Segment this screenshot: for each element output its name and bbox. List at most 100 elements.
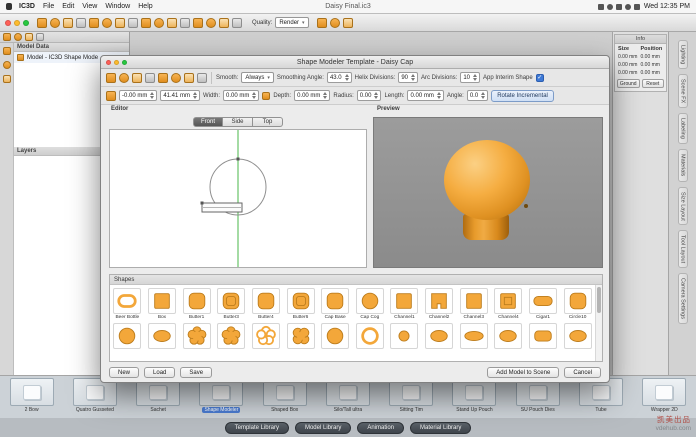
template-item-sachet[interactable]: Sachet [128,378,188,413]
profile-editor-canvas[interactable] [109,129,367,268]
shape-thumbnail[interactable] [390,323,418,349]
size-value[interactable]: 0.00 mm [618,62,641,68]
tool-icon[interactable] [206,18,216,28]
side-tab-camera-settings[interactable]: Camera Settings [678,273,688,324]
dialog-zoom-icon[interactable] [122,60,127,65]
shape-item[interactable] [526,320,561,349]
shape-item[interactable] [110,320,145,349]
shape-thumbnail[interactable] [217,323,245,349]
size-value[interactable]: 0.00 mm [618,70,641,76]
save-button[interactable]: Save [180,367,212,378]
template-item-silo-tall-ultra[interactable]: Silo/Tall ultra [318,378,378,413]
position-value[interactable]: 0.00 mm [641,62,664,68]
shape-thumbnail[interactable] [425,288,453,314]
shape-item-cigar1[interactable]: Cigar1 [526,285,561,320]
side-tab-lighting[interactable]: Lighting [678,40,688,69]
scrollbar-thumb[interactable] [597,287,601,313]
shape-item[interactable] [145,320,180,349]
shape-thumbnail[interactable] [148,323,176,349]
shape-item-butter4[interactable]: Butter4 [249,285,284,320]
shape-thumbnail[interactable] [252,323,280,349]
shape-thumbnail[interactable] [252,288,280,314]
template-thumbnail[interactable] [642,378,686,406]
template-item-shape-modeler[interactable]: Shape Modeler [191,378,251,413]
tool-icon[interactable] [330,18,340,28]
view-tab-side[interactable]: Side [223,117,253,127]
shape-item-butter3[interactable]: Butter3 [214,285,249,320]
shape-thumbnail[interactable] [321,288,349,314]
stepper-icon[interactable] [323,92,327,99]
length-field[interactable]: 0.00 mm [407,90,443,101]
tool-icon[interactable] [89,18,99,28]
view-tab-top[interactable]: Top [253,117,283,127]
shape-item-channel2[interactable]: Channel2 [422,285,457,320]
tool-icon[interactable] [3,75,11,83]
tool-icon[interactable] [145,73,155,83]
tool-icon[interactable] [63,18,73,28]
stepper-icon[interactable] [411,74,415,81]
shape-thumbnail[interactable] [529,288,557,314]
shape-item[interactable] [456,320,491,349]
tool-icon[interactable] [158,73,168,83]
shape-thumbnail[interactable] [494,323,522,349]
width-field[interactable]: 0.00 mm [223,90,259,101]
tool-icon[interactable] [14,33,22,41]
template-item-shaped-box[interactable]: Shaped Box [255,378,315,413]
pen-tool-icon[interactable] [106,91,116,101]
shape-item[interactable] [179,320,214,349]
tool-icon[interactable] [184,73,194,83]
load-button[interactable]: Load [144,367,175,378]
shape-thumbnail[interactable] [183,288,211,314]
shape-item-beer-bottle[interactable]: Beer Bottle [110,285,145,320]
stepper-icon[interactable] [473,74,477,81]
tool-icon[interactable] [102,18,112,28]
shape-thumbnail[interactable] [113,323,141,349]
tool-icon[interactable] [154,18,164,28]
shape-thumbnail[interactable] [321,323,349,349]
shape-thumbnail[interactable] [217,288,245,314]
shape-item-butter6[interactable]: Butter6 [283,285,318,320]
shape-thumbnail[interactable] [460,323,488,349]
shape-item-butter1[interactable]: Butter1 [179,285,214,320]
shape-item-cap-base[interactable]: Cap Base [318,285,353,320]
tool-icon[interactable] [25,33,33,41]
side-tab-tool-layout[interactable]: Tool Layout [678,230,688,268]
template-item-su-pouch-dies[interactable]: SU Pouch Dies [508,378,568,413]
shape-thumbnail[interactable] [356,323,384,349]
shape-thumbnail[interactable] [183,323,211,349]
minimize-window-icon[interactable] [14,20,20,26]
helix-divisions-field[interactable]: 90 [398,72,418,83]
cancel-button[interactable]: Cancel [564,367,601,378]
tool-icon[interactable] [76,18,86,28]
add-model-to-scene-button[interactable]: Add Model to Scene [487,367,559,378]
menu-window[interactable]: Window [105,3,130,10]
stepper-icon[interactable] [374,92,378,99]
status-icon[interactable] [634,4,640,10]
apple-menu-icon[interactable] [6,3,12,10]
tool-icon[interactable] [171,73,181,83]
shape-thumbnail[interactable] [564,288,592,314]
menu-view[interactable]: View [82,3,97,10]
menu-edit[interactable]: Edit [62,3,74,10]
shape-item[interactable] [214,320,249,349]
link-tool-icon[interactable] [262,92,270,100]
dialog-close-icon[interactable] [106,60,111,65]
shape-item[interactable] [560,320,595,349]
tab-template-library[interactable]: Template Library [225,422,289,434]
shape-thumbnail[interactable] [287,323,315,349]
shape-thumbnail[interactable] [390,288,418,314]
quality-select[interactable]: Render ▾ [275,17,308,28]
stepper-icon[interactable] [481,92,485,99]
shape-thumbnail[interactable] [148,288,176,314]
tool-icon[interactable] [115,18,125,28]
shape-thumbnail[interactable] [529,323,557,349]
size-value[interactable]: 0.00 mm [618,54,641,60]
stepper-icon[interactable] [437,92,441,99]
template-item-2-bow[interactable]: 2 Bow [2,378,62,413]
shape-item[interactable] [249,320,284,349]
view-tab-front[interactable]: Front [193,117,223,127]
status-icon[interactable] [616,4,622,10]
tab-animation[interactable]: Animation [357,422,404,434]
stepper-icon[interactable] [252,92,256,99]
tool-icon[interactable] [37,18,47,28]
